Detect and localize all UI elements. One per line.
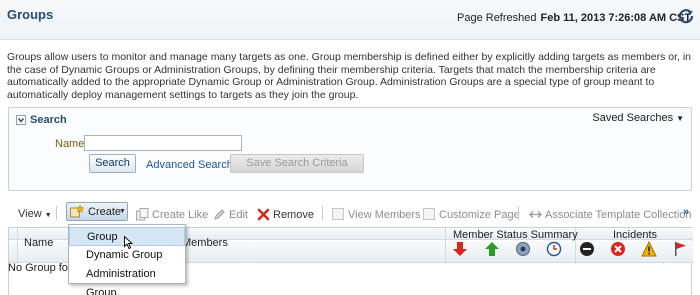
no-results-message: No Group fou — [8, 262, 75, 274]
customize-page-icon — [423, 208, 435, 220]
column-header-name[interactable]: Name — [24, 237, 53, 249]
search-section-title: Search — [30, 114, 67, 126]
name-field-label: Name — [55, 138, 85, 150]
column-header-members[interactable]: Members — [182, 237, 228, 249]
up-arrow-icon[interactable] — [484, 241, 500, 257]
refresh-icon[interactable] — [678, 8, 694, 24]
member-status-summary-header: Member Status Summary — [453, 229, 578, 241]
page-refreshed-label: Page Refreshed Feb 11, 2013 7:26:08 AM CS… — [457, 12, 691, 24]
view-members-label: View Members — [348, 209, 421, 221]
critical-icon[interactable] — [610, 241, 626, 257]
search-panel: Search Saved Searches ▼ Name Search Advan… — [8, 107, 692, 191]
toolbar-overflow-button[interactable]: » — [683, 206, 689, 218]
view-menu[interactable]: View ▼ — [18, 208, 52, 220]
flag-icon[interactable] — [672, 241, 688, 257]
refresh-timestamp: Feb 11, 2013 7:26:08 AM CST — [540, 12, 692, 24]
remove-button[interactable]: Remove — [257, 208, 314, 221]
advanced-search-link[interactable]: Advanced Search — [146, 159, 233, 171]
view-menu-label: View — [18, 208, 42, 220]
edit-button[interactable]: Edit — [213, 208, 248, 221]
view-members-icon — [332, 208, 344, 220]
pencil-icon — [214, 209, 225, 220]
unknown-status-icon[interactable] — [515, 241, 531, 257]
refresh-label-text: Page Refreshed — [457, 12, 537, 24]
clock-icon[interactable] — [546, 241, 562, 257]
warning-icon[interactable] — [641, 241, 657, 257]
saved-searches-label: Saved Searches — [592, 112, 674, 124]
page-description: Groups allow users to monitor and manage… — [7, 51, 692, 101]
menu-item-administration-group[interactable]: Administration Group — [69, 265, 185, 295]
remove-x-icon — [257, 208, 270, 221]
page-header: Groups Page Refreshed Feb 11, 2013 7:26:0… — [0, 0, 700, 40]
minus-icon[interactable] — [579, 241, 595, 257]
create-like-button[interactable]: Create Like — [136, 208, 208, 221]
caret-down-icon: ▼ — [676, 114, 684, 123]
page-title: Groups — [7, 7, 54, 22]
incidents-header: Incidents — [613, 229, 658, 241]
create-dropdown-menu: Group Dynamic Group Administration Group — [68, 224, 186, 295]
caret-down-icon: ▼ — [119, 208, 126, 215]
customize-page-button[interactable]: Customize Page — [423, 208, 520, 221]
toolbar-separator — [518, 206, 519, 220]
edit-label: Edit — [229, 209, 248, 221]
saved-searches-menu[interactable]: Saved Searches ▼ — [592, 112, 684, 124]
column-divider — [17, 228, 18, 264]
collapse-chevron-icon[interactable] — [16, 115, 26, 125]
customize-page-label: Customize Page — [439, 209, 520, 221]
column-divider — [445, 228, 446, 264]
associate-template-label: Associate Template Collection — [545, 209, 692, 221]
down-arrow-icon[interactable] — [452, 241, 468, 257]
create-group-icon — [70, 205, 84, 218]
create-button-label: Create — [88, 206, 122, 218]
view-members-button[interactable]: View Members — [332, 208, 421, 221]
name-search-input[interactable] — [84, 135, 242, 151]
save-search-criteria-button[interactable]: Save Search Criteria — [230, 154, 364, 173]
remove-label: Remove — [273, 209, 314, 221]
create-like-label: Create Like — [152, 209, 209, 221]
create-like-icon — [136, 208, 149, 221]
create-button[interactable]: Create ▼ — [66, 202, 128, 221]
caret-down-icon: ▼ — [44, 212, 52, 219]
search-button[interactable]: Search — [89, 154, 136, 173]
mouse-cursor-icon — [124, 236, 134, 250]
toolbar-separator — [56, 206, 57, 220]
associate-arrows-icon — [529, 211, 542, 218]
associate-template-collection-button[interactable]: Associate Template Collection — [529, 208, 692, 221]
toolbar-separator — [322, 206, 323, 220]
